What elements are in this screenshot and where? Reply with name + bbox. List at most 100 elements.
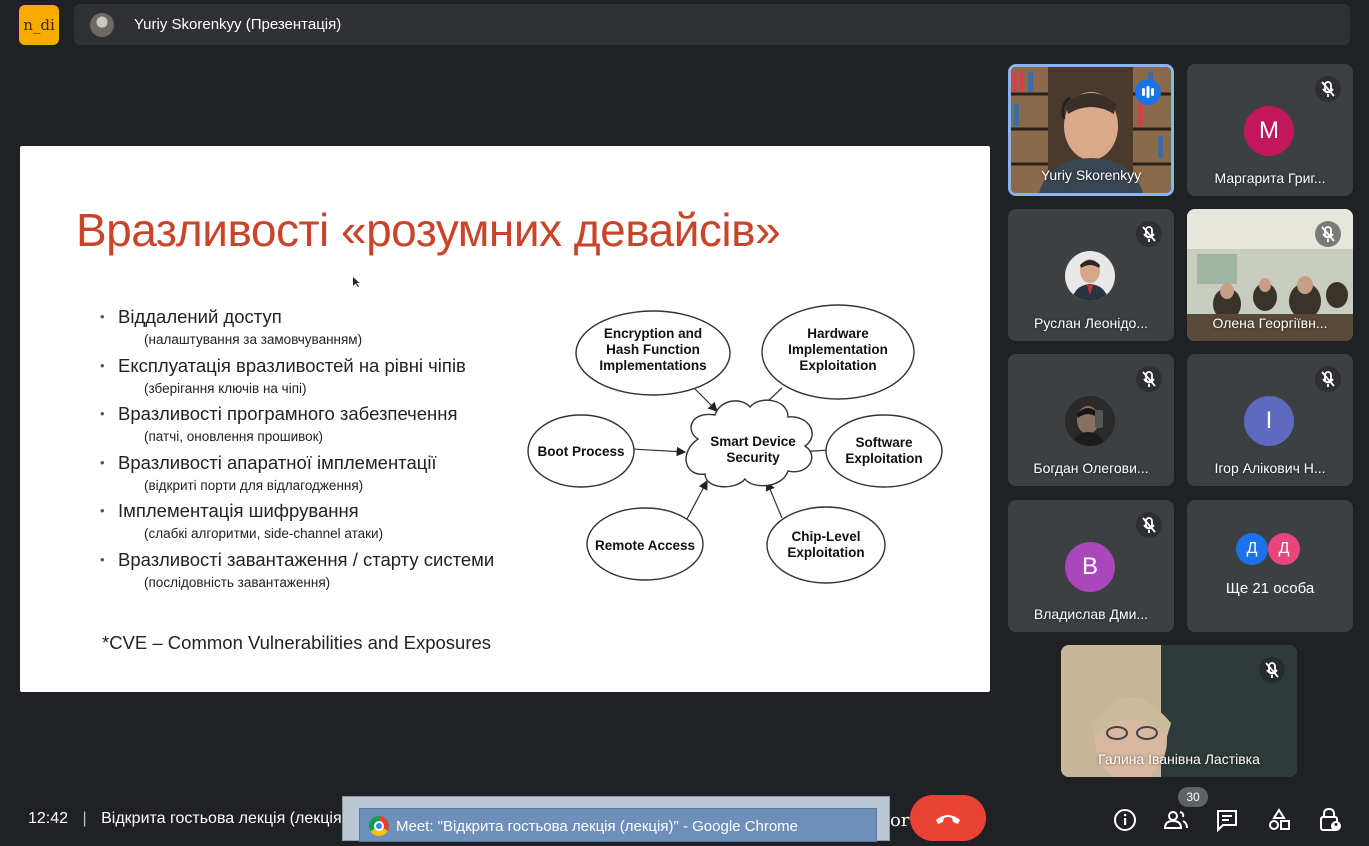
bullet-text: Вразливості завантаження / старту систем… — [118, 548, 495, 570]
participant-avatar: Д — [1236, 533, 1268, 565]
bullet-dot: • — [100, 454, 105, 470]
bullet-dot: • — [100, 551, 105, 567]
host-controls-button[interactable] — [1316, 806, 1344, 834]
people-button[interactable] — [1162, 806, 1190, 834]
activities-button[interactable] — [1265, 806, 1293, 834]
taskbar-preview-title: Meet: "Відкрита гостьова лекція (лекція)… — [396, 818, 799, 835]
meeting-title: Відкрита гостьова лекція (лекція) — [101, 810, 346, 827]
presenter-avatar — [90, 13, 114, 37]
node-text: Hash Function — [606, 342, 700, 357]
meeting-details: 12:42 | Відкрита гостьова лекція (лекція… — [28, 810, 346, 828]
node-text: Encryption and — [604, 326, 702, 341]
bullet-subtext: (слабкі алгоритми, side-channel атаки) — [144, 526, 384, 541]
bullet-item: • Імплементація шифрування (слабкі алгор… — [100, 500, 530, 549]
bullet-text: Вразливості апаратної імплементації — [118, 451, 437, 473]
chrome-icon — [369, 816, 389, 836]
diagram-node-remote: Remote Access — [586, 507, 704, 581]
participant-tile[interactable]: M Маргарита Григ... — [1187, 64, 1353, 196]
presenter-bar[interactable]: Yuriy Skorenkyy (Презентація) — [74, 4, 1350, 45]
slide-title: Вразливості «розумних девайсів» — [76, 204, 781, 256]
mic-off-icon — [1315, 76, 1341, 102]
diagram-node-encryption: Encryption and Hash Function Implementat… — [575, 310, 731, 396]
chat-button[interactable] — [1213, 806, 1241, 834]
security-diagram: Smart Device Security Encryption and Has… — [527, 304, 943, 584]
bullet-subtext: (відкриті порти для відлагодження) — [144, 477, 364, 493]
participant-name: Yuriy Skorenkyy — [1040, 167, 1142, 183]
center-line-2: Security — [726, 450, 780, 465]
clock-time: 12:42 — [28, 810, 69, 827]
leave-call-button[interactable] — [910, 795, 986, 841]
participant-tile-active-speaker[interactable]: Yuriy Skorenkyy — [1008, 64, 1174, 196]
people-icon — [1163, 811, 1188, 829]
presenter-name: Yuriy Skorenkyy (Презентація) — [134, 16, 342, 33]
bullet-list: • Віддалений доступ (налаштування за зам… — [100, 306, 530, 597]
node-text: Hardware — [807, 326, 869, 341]
meeting-info-button[interactable] — [1111, 806, 1139, 834]
chat-icon — [1217, 810, 1237, 833]
participant-name: Галина Іванівна Ластівка — [1098, 751, 1260, 767]
center-line-1: Smart Device — [710, 434, 796, 449]
participant-name: Богдан Олегови... — [1033, 460, 1149, 476]
top-bar: n_di Yuriy Skorenkyy (Презентація) — [0, 0, 1369, 48]
bullet-text: Віддалений доступ — [118, 306, 282, 327]
participant-avatar: Д — [1268, 533, 1300, 565]
participant-tile[interactable]: Галина Іванівна Ластівка — [1061, 645, 1297, 777]
participant-tile[interactable]: B Владислав Дми... — [1008, 500, 1174, 632]
mic-off-icon — [1136, 221, 1162, 247]
mouse-cursor-icon — [353, 277, 360, 287]
participant-name: Владислав Дми... — [1033, 606, 1149, 622]
bullet-item: • Вразливості програмного забезпечення (… — [100, 403, 530, 452]
participant-tile[interactable]: I Ігор Алікович Н... — [1187, 354, 1353, 486]
diagram-node-boot: Boot Process — [527, 414, 635, 488]
participant-avatar: M — [1244, 106, 1294, 156]
mic-off-icon — [1136, 366, 1162, 392]
diagram-node-chip: Chip-Level Exploitation — [766, 506, 886, 584]
bottom-bar: 12:42 | Відкрита гостьова лекція (лекція… — [0, 787, 1369, 842]
bullet-subtext: (зберігання ключів на чіпі) — [144, 380, 307, 396]
bullet-subtext: (налаштування за замовчуванням) — [144, 332, 363, 347]
speaking-indicator-icon — [1135, 79, 1161, 105]
hang-up-icon — [936, 815, 960, 824]
bullet-item: • Експлуатація вразливостей на рівні чіп… — [100, 355, 530, 404]
participant-photo — [1065, 251, 1115, 301]
bullet-text: Вразливості програмного забезпечення — [118, 403, 458, 424]
node-text: Exploitation — [799, 358, 876, 373]
lock-person-icon — [1320, 807, 1341, 831]
participant-tile[interactable]: Олена Георгіївн... — [1187, 209, 1353, 341]
separator: | — [82, 810, 87, 827]
mic-off-icon — [1315, 221, 1341, 247]
participant-count-badge: 30 — [1178, 787, 1208, 807]
app-badge[interactable]: n_di — [19, 5, 59, 45]
participant-tile[interactable]: Богдан Олегови... — [1008, 354, 1174, 486]
participant-name: Руслан Леонідо... — [1034, 315, 1148, 331]
mic-off-icon — [1315, 366, 1341, 392]
more-participants-label: Ще 21 особа — [1225, 580, 1315, 597]
bullet-text: Експлуатація вразливостей на рівні чіпів — [118, 354, 466, 376]
participant-name: Маргарита Григ... — [1214, 170, 1326, 186]
bullet-dot: • — [100, 503, 105, 518]
bullet-dot: • — [100, 309, 105, 324]
bullet-item: • Вразливості завантаження / старту сист… — [100, 549, 530, 598]
participant-name: Ігор Алікович Н... — [1214, 460, 1326, 476]
node-text: Exploitation — [787, 545, 864, 560]
node-text: Remote Access — [595, 538, 695, 553]
diagram-center-cloud: Smart Device Security — [685, 399, 813, 488]
node-text: Implementations — [599, 358, 706, 373]
mic-off-icon — [1136, 512, 1162, 538]
node-text: Software — [855, 435, 913, 450]
bullet-subtext: (послідовність завантаження) — [144, 574, 331, 590]
participant-tile[interactable]: Руслан Леонідо... — [1008, 209, 1174, 341]
activities-icon — [1269, 808, 1290, 830]
taskbar-preview-popup[interactable]: Meet: "Відкрита гостьова лекція (лекція)… — [342, 796, 890, 842]
node-text: Chip-Level — [791, 529, 860, 544]
participant-name: Олена Георгіївн... — [1212, 315, 1328, 331]
bullet-item: • Вразливості апаратної імплементації (в… — [100, 452, 530, 501]
more-participants-tile[interactable]: Д Д Ще 21 особа — [1187, 500, 1353, 632]
cve-footnote: *CVE – Common Vulnerabilities and Exposu… — [102, 632, 492, 653]
info-icon — [1114, 809, 1136, 831]
bullet-dot: • — [100, 357, 105, 373]
bullet-dot: • — [100, 406, 105, 421]
node-text: Implementation — [788, 342, 888, 357]
taskbar-preview-item[interactable]: Meet: "Відкрита гостьова лекція (лекція)… — [359, 808, 877, 842]
participant-avatar: I — [1244, 396, 1294, 446]
